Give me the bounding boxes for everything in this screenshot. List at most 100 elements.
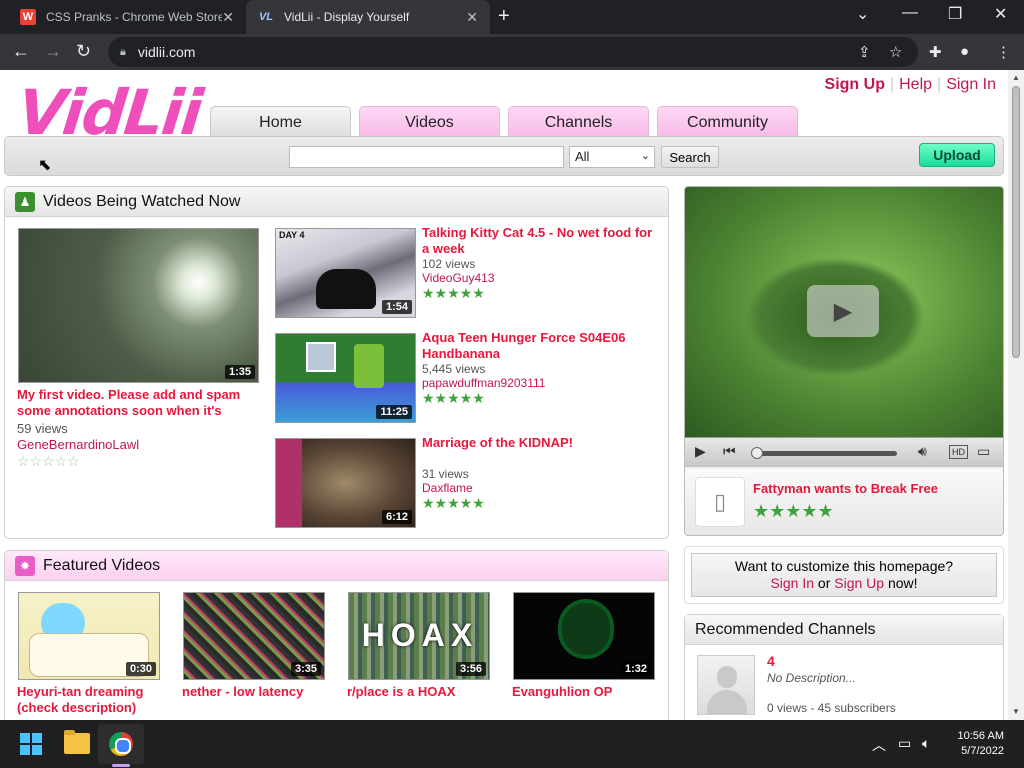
close-tab-icon[interactable]: ✕: [222, 9, 234, 26]
video-user[interactable]: papawduffman9203111: [422, 376, 545, 390]
main-video-thumbnail[interactable]: 1:35: [18, 228, 259, 383]
volume-tray-icon[interactable]: 🔈︎: [922, 735, 930, 752]
video-screen[interactable]: ▶: [685, 187, 1003, 437]
customize-question: Want to customize this homepage?: [734, 558, 954, 574]
video-thumbnail[interactable]: 11:25: [275, 333, 416, 423]
mouse-cursor-icon: ⬉: [38, 157, 52, 174]
minimize-button[interactable]: —: [902, 4, 918, 22]
upload-button[interactable]: Upload: [919, 143, 995, 167]
recommended-header: Recommended Channels: [685, 615, 1003, 645]
signup-link[interactable]: Sign Up: [825, 76, 885, 93]
network-icon[interactable]: ▭: [898, 735, 911, 752]
signin-link[interactable]: Sign In: [770, 575, 814, 591]
browser-toolbar: ← → ↻ 🔒︎ vidlii.com ⇪ ☆ ✚ ● ⋮: [0, 34, 1024, 70]
customize-inner: Want to customize this homepage? Sign In…: [691, 553, 997, 597]
video-title[interactable]: Marriage of the KIDNAP!: [422, 435, 662, 451]
player-video-title[interactable]: Fattyman wants to Break Free: [753, 481, 938, 497]
tab-title: CSS Pranks - Chrome Web Store: [46, 10, 223, 24]
featured-video-title[interactable]: Heyuri-tan dreaming (check description): [17, 684, 162, 716]
close-window-button[interactable]: ✕: [994, 4, 1007, 24]
featured-video-title[interactable]: r/place is a HOAX: [347, 684, 492, 700]
video-thumbnail[interactable]: 6:12: [275, 438, 416, 528]
help-link[interactable]: Help: [899, 76, 932, 93]
tab-title: VidLii - Display Yourself: [284, 10, 410, 24]
scroll-thumb[interactable]: [1012, 86, 1020, 358]
seek-bar[interactable]: [753, 451, 897, 456]
close-tab-icon[interactable]: ✕: [466, 9, 478, 26]
featured-thumbnail[interactable]: HOAX 3:56: [348, 592, 490, 680]
profile-icon[interactable]: ●: [960, 43, 969, 60]
tab-search-icon[interactable]: ⌄: [856, 4, 869, 24]
emblem-shape: [558, 599, 614, 659]
main-video-title[interactable]: My first video. Please add and spam some…: [17, 387, 267, 419]
taskbar-clock[interactable]: 10:56 AM 5/7/2022: [944, 729, 1004, 759]
clock-date: 5/7/2022: [961, 745, 1004, 757]
vidlii-page: VidLii Sign Up | Help | Sign In Home Videos …: [0, 70, 1008, 720]
volume-icon[interactable]: 🔊︎: [918, 443, 927, 460]
duration-badge: 1:35: [224, 365, 255, 379]
video-thumbnail[interactable]: DAY 4 1:54: [275, 228, 416, 318]
bookmark-star-icon[interactable]: ☆: [889, 43, 902, 61]
tab-css-pranks[interactable]: W CSS Pranks - Chrome Web Store ✕: [8, 0, 246, 34]
taskbar: ︿ ▭ 🔈︎ 10:56 AM 5/7/2022: [0, 720, 1024, 768]
tab-vidlii[interactable]: VL VidLii - Display Yourself ✕: [246, 0, 490, 34]
duration-badge: 6:12: [381, 510, 412, 524]
fullscreen-icon[interactable]: ▭: [977, 443, 990, 460]
channel-avatar[interactable]: [697, 655, 755, 715]
hd-button[interactable]: HD: [949, 445, 968, 459]
signin-link[interactable]: Sign In: [946, 76, 996, 93]
duration-badge: 0:30: [125, 662, 156, 676]
featured-video-title[interactable]: nether - low latency: [182, 684, 327, 700]
file-explorer-icon[interactable]: [64, 730, 90, 754]
previous-icon[interactable]: ⏮: [723, 443, 736, 460]
video-views: 5,445 views: [422, 362, 486, 376]
tab-home[interactable]: Home: [210, 106, 351, 139]
tab-community[interactable]: Community: [657, 106, 798, 139]
main-video-views: 59 views: [17, 421, 68, 436]
channel-name[interactable]: 4: [767, 653, 775, 669]
thumb-label: DAY 4: [279, 230, 305, 240]
windows-start-icon[interactable]: [20, 733, 42, 755]
watched-now-header: ♟ Videos Being Watched Now: [5, 187, 668, 217]
share-icon[interactable]: ⇪: [858, 43, 871, 61]
tab-channels[interactable]: Channels: [508, 106, 649, 139]
new-tab-button[interactable]: +: [498, 5, 510, 28]
rating-stars: ★★★★★: [422, 390, 485, 406]
lock-icon[interactable]: 🔒︎: [120, 46, 126, 59]
address-bar[interactable]: 🔒︎ vidlii.com: [108, 37, 918, 67]
tray-chevron-icon[interactable]: ︿: [872, 735, 886, 755]
extensions-icon[interactable]: ✚: [929, 43, 942, 61]
now-text: now!: [884, 575, 918, 591]
featured-video-title[interactable]: Evanguhlion OP: [512, 684, 657, 700]
play-overlay-icon[interactable]: ▶: [807, 285, 879, 337]
page-scrollbar[interactable]: ▲ ▼: [1008, 70, 1024, 720]
main-video-user[interactable]: GeneBernardinoLawl: [17, 437, 139, 452]
channel-description: No Description...: [767, 671, 856, 685]
reload-icon[interactable]: ↻: [76, 41, 91, 62]
search-button[interactable]: Search: [661, 146, 719, 168]
seek-handle[interactable]: [751, 447, 763, 459]
featured-thumbnail[interactable]: 3:35: [183, 592, 325, 680]
back-arrow-icon[interactable]: ←: [12, 41, 30, 62]
video-title[interactable]: Talking Kitty Cat 4.5 - No wet food for …: [422, 225, 662, 257]
video-title[interactable]: Aqua Teen Hunger Force S04E06 Handbanana: [422, 330, 662, 362]
customize-links: Sign In or Sign Up now!: [692, 575, 996, 592]
video-user[interactable]: Daxflame: [422, 481, 473, 495]
scroll-up-icon[interactable]: ▲: [1012, 73, 1020, 82]
player-controls: ▶ ⏮ 🔊︎ HD ▭: [685, 437, 1003, 467]
play-icon[interactable]: ▶: [695, 443, 706, 460]
featured-thumbnail[interactable]: 0:30: [18, 592, 160, 680]
video-user[interactable]: VideoGuy413: [422, 271, 495, 285]
video-views: 31 views: [422, 467, 469, 481]
signup-link[interactable]: Sign Up: [834, 575, 884, 591]
tab-videos[interactable]: Videos: [359, 106, 500, 139]
chrome-taskbar-icon[interactable]: [109, 732, 133, 756]
scroll-down-icon[interactable]: ▼: [1012, 707, 1020, 716]
restore-button[interactable]: ❐: [948, 4, 962, 24]
featured-thumbnail[interactable]: 1:32: [513, 592, 655, 680]
menu-icon[interactable]: ⋮: [996, 43, 1011, 61]
clock-time: 10:56 AM: [957, 730, 1004, 742]
category-select[interactable]: All ⌄: [569, 146, 655, 168]
forward-arrow-icon[interactable]: →: [44, 41, 62, 62]
search-input[interactable]: [289, 146, 564, 168]
